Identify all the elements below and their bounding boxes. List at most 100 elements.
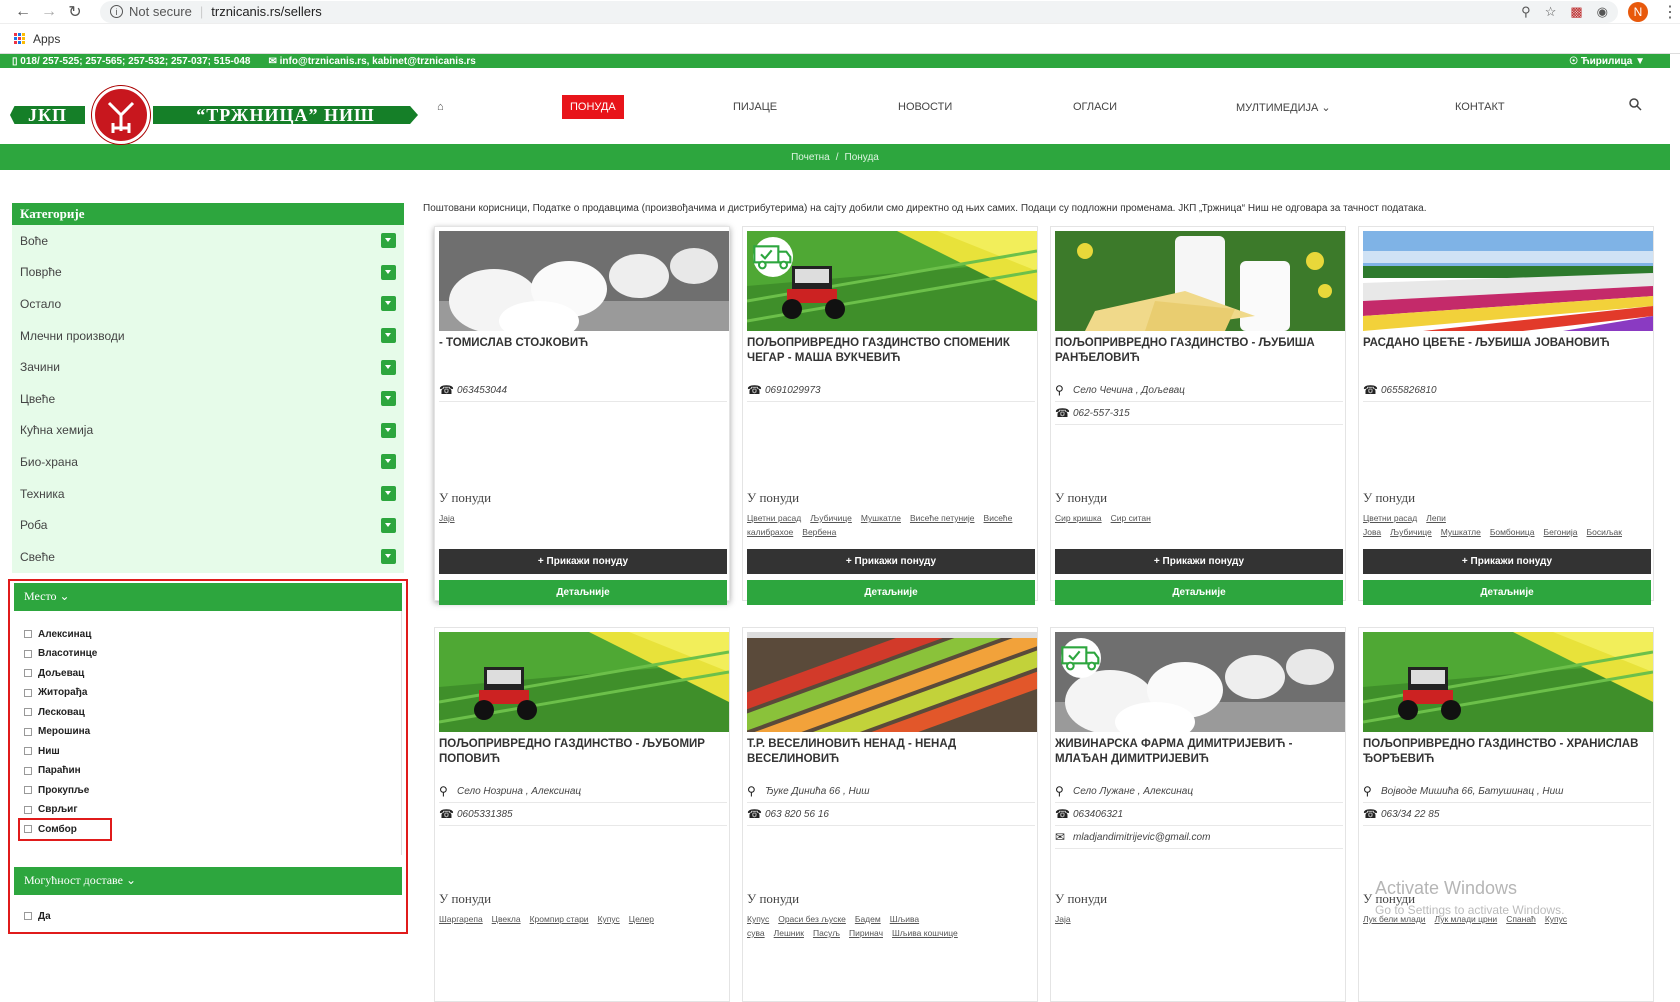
place-option[interactable]: Параћин <box>24 761 391 781</box>
place-option[interactable]: Дољевац <box>24 664 391 684</box>
seller-image[interactable] <box>1363 231 1653 331</box>
offer-tag-link[interactable]: Купус <box>598 914 620 924</box>
dropdown-toggle-icon[interactable] <box>381 486 396 502</box>
dropdown-toggle-icon[interactable] <box>381 264 396 280</box>
dropdown-toggle-icon[interactable] <box>381 328 396 344</box>
offer-tag-link[interactable]: Висеће петуније <box>910 513 975 523</box>
checkbox[interactable] <box>24 688 32 697</box>
offer-tag-link[interactable]: Љубичице <box>1390 527 1432 537</box>
place-option[interactable]: Житорађа <box>24 683 391 703</box>
nav-item-ponuda[interactable]: ПОНУДА <box>562 95 624 119</box>
checkbox[interactable] <box>24 669 32 678</box>
show-offer-button[interactable]: + Прикажи понуду <box>1363 549 1651 574</box>
nav-item-multimedija[interactable]: МУЛТИМЕДИЈА ⌄ <box>1236 97 1331 117</box>
show-offer-button[interactable]: + Прикажи понуду <box>1055 549 1343 574</box>
checkbox[interactable] <box>24 708 32 717</box>
seller-image[interactable] <box>747 231 1037 331</box>
seller-title[interactable]: - ТОМИСЛАВ СТОЈКОВИЋ <box>439 336 727 351</box>
dropdown-toggle-icon[interactable] <box>381 549 396 565</box>
seller-image[interactable] <box>1363 632 1653 732</box>
place-option[interactable]: Ниш <box>24 742 391 762</box>
bookmark-star-icon[interactable]: ☆ <box>1545 4 1557 20</box>
dropdown-toggle-icon[interactable] <box>381 391 396 407</box>
offer-tag-link[interactable]: Сир кришка <box>1055 513 1102 523</box>
category-item[interactable]: Техника <box>12 478 404 510</box>
details-button[interactable]: Детаљније <box>439 580 727 605</box>
offer-tag-link[interactable]: Цветни расад <box>747 513 801 523</box>
category-item[interactable]: Поврће <box>12 257 404 289</box>
seller-title[interactable]: Т.Р. ВЕСЕЛИНОВИЋ НЕНАД - НЕНАД ВЕСЕЛИНОВ… <box>747 737 1035 767</box>
dropdown-toggle-icon[interactable] <box>381 359 396 375</box>
seller-title[interactable]: ПОЉОПРИВРЕДНО ГАЗДИНСТВО - ХРАНИСЛАВ ЂОР… <box>1363 737 1651 767</box>
dropdown-toggle-icon[interactable] <box>381 233 396 249</box>
back-icon[interactable]: ← <box>10 3 36 21</box>
place-filter-toggle[interactable]: Место ⌄ <box>14 582 402 611</box>
seller-image[interactable] <box>439 231 729 331</box>
place-option[interactable]: Власотинце <box>24 644 391 664</box>
seller-email[interactable]: mladjandimitrijevic@gmail.com <box>1073 832 1210 843</box>
offer-tag-link[interactable]: Сир ситан <box>1111 513 1151 523</box>
seller-image[interactable] <box>439 632 729 732</box>
offer-tag-link[interactable]: Купус <box>747 914 769 924</box>
home-icon[interactable]: ⌂ <box>437 97 444 117</box>
show-offer-button[interactable]: + Прикажи понуду <box>747 549 1035 574</box>
place-option[interactable]: Сврљиг <box>24 800 391 820</box>
checkbox[interactable] <box>24 912 32 921</box>
checkbox[interactable] <box>24 766 32 775</box>
seller-title[interactable]: РАСДАНО ЦВЕЋЕ - ЉУБИША ЈОВАНОВИЋ <box>1363 336 1651 351</box>
address-bar[interactable]: i Not secure | trznicanis.rs/sellers ⚲ ☆… <box>100 0 1618 23</box>
place-option[interactable]: Сомбор <box>18 817 112 841</box>
offer-tag-link[interactable]: Шљива кошчице <box>892 928 958 938</box>
seller-image[interactable] <box>747 632 1037 732</box>
delivery-filter-toggle[interactable]: Могућност доставе ⌄ <box>14 866 402 895</box>
checkbox[interactable] <box>24 727 32 736</box>
checkbox[interactable] <box>24 649 32 658</box>
dropdown-toggle-icon[interactable] <box>381 517 396 533</box>
offer-tag-link[interactable]: Јаја <box>439 513 455 523</box>
details-button[interactable]: Детаљније <box>747 580 1035 605</box>
language-switcher[interactable]: ☉ Ћирилица ▼ <box>1569 56 1645 67</box>
zoom-icon[interactable]: ⚲ <box>1521 4 1531 20</box>
nav-item-pijace[interactable]: ПИЈАЦЕ <box>733 97 777 117</box>
offer-tag-link[interactable]: Шаргарепа <box>439 914 483 924</box>
category-item[interactable]: Остало <box>12 288 404 320</box>
browser-menu-icon[interactable]: ⋮ <box>1660 2 1680 22</box>
info-icon[interactable]: i <box>110 5 123 18</box>
offer-tag-link[interactable]: Бегонија <box>1544 527 1578 537</box>
category-item[interactable]: Зачини <box>12 351 404 383</box>
seller-image[interactable] <box>1055 231 1345 331</box>
search-icon[interactable] <box>1629 98 1642 116</box>
offer-tag-link[interactable]: Ораси без љуске <box>778 914 846 924</box>
checkbox[interactable] <box>24 747 32 756</box>
bookmark-apps[interactable]: Apps <box>33 32 60 46</box>
translate-extension-icon[interactable]: ◉ <box>1597 4 1608 20</box>
dropdown-toggle-icon[interactable] <box>381 454 396 470</box>
nav-item-novosti[interactable]: НОВОСТИ <box>898 97 952 117</box>
checkbox[interactable] <box>24 786 32 795</box>
offer-tag-link[interactable]: Пиринач <box>849 928 883 938</box>
place-option[interactable]: Прокупље <box>24 781 391 801</box>
details-button[interactable]: Детаљније <box>1363 580 1651 605</box>
reload-icon[interactable]: ↻ <box>62 2 88 22</box>
seller-title[interactable]: ЖИВИНАРСКА ФАРМА ДИМИТРИЈЕВИЋ - МЛАЂАН Д… <box>1055 737 1343 767</box>
seller-image[interactable] <box>1055 632 1345 732</box>
place-option[interactable]: Алексинац <box>24 625 391 645</box>
category-item[interactable]: Роба <box>12 509 404 541</box>
seller-title[interactable]: ПОЉОПРИВРЕДНО ГАЗДИНСТВО - ЉУБИША РАНЂЕЛ… <box>1055 336 1343 366</box>
seller-title[interactable]: ПОЉОПРИВРЕДНО ГАЗДИНСТВО - ЉУБОМИР ПОПОВ… <box>439 737 727 767</box>
place-option[interactable]: Мерошина <box>24 722 391 742</box>
category-item[interactable]: Воће <box>12 225 404 257</box>
category-item[interactable]: Цвеће <box>12 383 404 415</box>
offer-tag-link[interactable]: Јаја <box>1055 914 1071 924</box>
url-text[interactable]: trznicanis.rs/sellers <box>211 4 322 19</box>
show-offer-button[interactable]: + Прикажи понуду <box>439 549 727 574</box>
offer-tag-link[interactable]: Вербена <box>802 527 836 537</box>
offer-tag-link[interactable]: Мушкатле <box>1441 527 1481 537</box>
dropdown-toggle-icon[interactable] <box>381 296 396 312</box>
nav-item-oglasi[interactable]: ОГЛАСИ <box>1073 97 1117 117</box>
category-item[interactable]: Млечни производи <box>12 320 404 352</box>
profile-avatar[interactable]: N <box>1628 1 1648 22</box>
checkbox[interactable] <box>24 805 32 814</box>
offer-tag-link[interactable]: Цветни расад <box>1363 513 1417 523</box>
seller-title[interactable]: ПОЉОПРИВРЕДНО ГАЗДИНСТВО СПОМЕНИК ЧЕГАР … <box>747 336 1035 366</box>
